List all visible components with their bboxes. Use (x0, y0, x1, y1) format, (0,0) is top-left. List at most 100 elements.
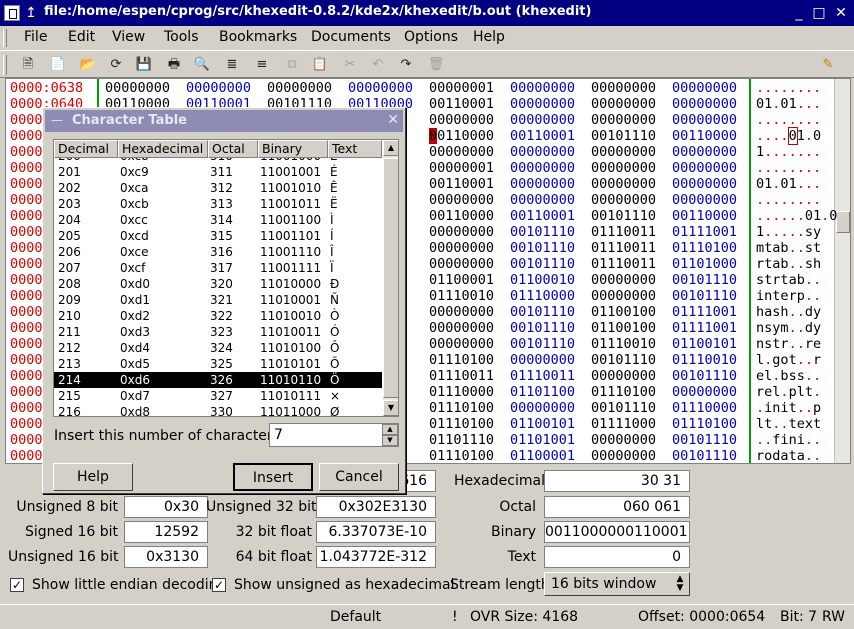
hex-cell[interactable]: 00000000 (591, 176, 656, 192)
trash-icon[interactable]: 🗑 (426, 55, 446, 75)
menu-help[interactable]: Help (473, 29, 505, 45)
print-preview-icon[interactable]: 🔍 (192, 55, 212, 75)
hex-cell[interactable]: 00101110 (672, 448, 737, 463)
hex-cell[interactable]: 00000000 (510, 112, 575, 128)
help-button[interactable]: Help (53, 463, 133, 491)
spin-up-icon[interactable]: ▲ (382, 424, 398, 435)
hex-row-text[interactable]: ........ (756, 192, 821, 208)
hex-row-text[interactable]: el.bss.. (756, 368, 821, 384)
column-header[interactable]: Octal (208, 140, 258, 158)
hex-cell[interactable]: 01101000 (672, 256, 737, 272)
hex-row-text[interactable]: ....01.0 (756, 127, 821, 145)
column-header[interactable]: Hexadecimal (118, 140, 208, 158)
hex-row-text[interactable]: 01.01... (756, 96, 821, 112)
character-row[interactable]: 207 0xcf 317 11001111 Ï (54, 260, 382, 276)
hex-cell[interactable]: 00000000 (672, 192, 737, 208)
hex-cell[interactable]: 01110100 (429, 448, 494, 463)
hex-cell[interactable]: 00000000 (672, 384, 737, 400)
hex-cell[interactable]: 00000000 (429, 112, 494, 128)
insert-count-spinbox[interactable]: 7 ▲ ▼ (269, 423, 399, 447)
hex-cell[interactable]: 00000000 (591, 272, 656, 288)
hex-cell[interactable]: 01100100 (591, 304, 656, 320)
open-file-icon[interactable]: 📂 (78, 55, 98, 75)
hex-cell[interactable]: 01110010 (429, 288, 494, 304)
hex-row-text[interactable]: ........ (756, 160, 821, 176)
hexadecimal-field[interactable]: 30 31 (544, 470, 690, 492)
sticky-icon[interactable]: ↥ (22, 4, 40, 22)
hex-row-text[interactable]: rtab..sh (756, 256, 821, 272)
hex-cell[interactable]: 00000000 (429, 256, 494, 272)
hex-row-text[interactable]: 1.....sy (756, 224, 821, 240)
hex-cell[interactable]: 01101110 (429, 432, 494, 448)
character-row[interactable]: 213 0xd5 325 11010101 Õ (54, 356, 382, 372)
maximize-icon[interactable]: □ (810, 4, 828, 22)
hex-cell[interactable]: 00110001 (510, 208, 575, 224)
hex-vertical-scrollbar[interactable] (834, 79, 850, 463)
hex-row-text[interactable]: nstr..re (756, 336, 821, 352)
hex-cell[interactable]: 00101110 (591, 208, 656, 224)
hex-cell[interactable]: 00000000 (672, 112, 737, 128)
hex-cell[interactable]: 00000000 (429, 304, 494, 320)
hex-cell[interactable]: 00101110 (672, 272, 737, 288)
menu-documents[interactable]: Documents (311, 29, 391, 45)
hex-cell[interactable]: 00101110 (510, 256, 575, 272)
hex-cell[interactable]: 00101110 (672, 288, 737, 304)
hex-cell[interactable]: 00000000 (591, 368, 656, 384)
hex-cell[interactable]: 00101110 (672, 432, 737, 448)
character-row[interactable]: 209 0xd1 321 11010001 Ñ (54, 292, 382, 308)
character-row[interactable]: 206 0xce 316 11001110 Î (54, 244, 382, 260)
insert-button[interactable]: Insert (233, 463, 313, 491)
character-row[interactable]: 204 0xcc 314 11001100 Ì (54, 212, 382, 228)
hex-cell[interactable]: 01110000 (672, 400, 737, 416)
character-row[interactable]: 208 0xd0 320 11010000 Ð (54, 276, 382, 292)
cut-icon[interactable]: ✂ (340, 55, 360, 75)
hex-cell[interactable]: 00101110 (591, 352, 656, 368)
paste-icon[interactable]: 📋 (310, 55, 330, 75)
hex-row-text[interactable]: ........ (756, 80, 821, 96)
hex-cell[interactable]: 01100001 (510, 448, 575, 463)
unsigned16-field[interactable]: 0x3130 (124, 546, 208, 568)
hex-cell[interactable]: 00000000 (510, 160, 575, 176)
character-list-scrollbar[interactable]: ▲ ▼ (383, 140, 398, 416)
hex-cell[interactable]: 00000000 (591, 288, 656, 304)
reload-icon[interactable]: ⟳ (106, 55, 126, 75)
hex-cell[interactable]: 00110000 (429, 128, 494, 144)
scroll-up-icon[interactable]: ▲ (383, 140, 398, 156)
hex-cell[interactable]: 01111001 (672, 304, 737, 320)
menu-tools[interactable]: Tools (164, 29, 199, 45)
character-row[interactable]: 210 0xd2 322 11010010 Ò (54, 308, 382, 324)
hex-cell[interactable]: 00000000 (591, 160, 656, 176)
export-icon[interactable]: ≣ (222, 55, 242, 75)
hex-row-text[interactable]: rodata.. (756, 448, 821, 463)
hex-cell[interactable]: 01101100 (510, 384, 575, 400)
import-icon[interactable]: ≡ (252, 55, 272, 75)
hex-cell[interactable]: 01101001 (510, 432, 575, 448)
cancel-button[interactable]: Cancel (319, 463, 399, 491)
character-row[interactable]: 211 0xd3 323 11010011 Ó (54, 324, 382, 340)
hex-row-text[interactable]: 01.01... (756, 176, 821, 192)
hex-cell[interactable]: 01110100 (429, 416, 494, 432)
hex-cell[interactable]: 01100101 (510, 416, 575, 432)
hex-cell[interactable]: 00000000 (591, 96, 656, 112)
hex-cell[interactable]: 00000000 (510, 80, 575, 96)
hex-cell[interactable]: 00000000 (591, 80, 656, 96)
hex-cell[interactable]: 01110000 (429, 384, 494, 400)
hex-cell[interactable]: 00000000 (510, 352, 575, 368)
hex-cell[interactable]: 00101110 (591, 128, 656, 144)
dialog-menu-icon[interactable]: — (51, 113, 63, 127)
signed16-field[interactable]: 12592 (124, 521, 208, 543)
hex-row-text[interactable]: 1....... (756, 144, 821, 160)
octal-field[interactable]: 060 061 (544, 496, 690, 518)
hex-row-text[interactable]: .init..p (756, 400, 821, 416)
hex-cell[interactable]: 01110010 (672, 352, 737, 368)
dialog-title-bar[interactable]: — Character Table ✕ (45, 110, 403, 132)
character-row[interactable]: 203 0xcb 313 11001011 Ë (54, 196, 382, 212)
hex-cell[interactable]: 00101110 (672, 368, 737, 384)
menu-view[interactable]: View (112, 29, 145, 45)
character-row[interactable]: 216 0xd8 330 11011000 Ø (54, 404, 382, 416)
hex-cell[interactable]: 00000000 (429, 240, 494, 256)
hex-cell[interactable]: 00000000 (429, 320, 494, 336)
hex-cell[interactable]: 01110011 (591, 224, 656, 240)
hex-cell[interactable]: 01110100 (429, 352, 494, 368)
hex-cell[interactable]: 00000000 (591, 448, 656, 463)
